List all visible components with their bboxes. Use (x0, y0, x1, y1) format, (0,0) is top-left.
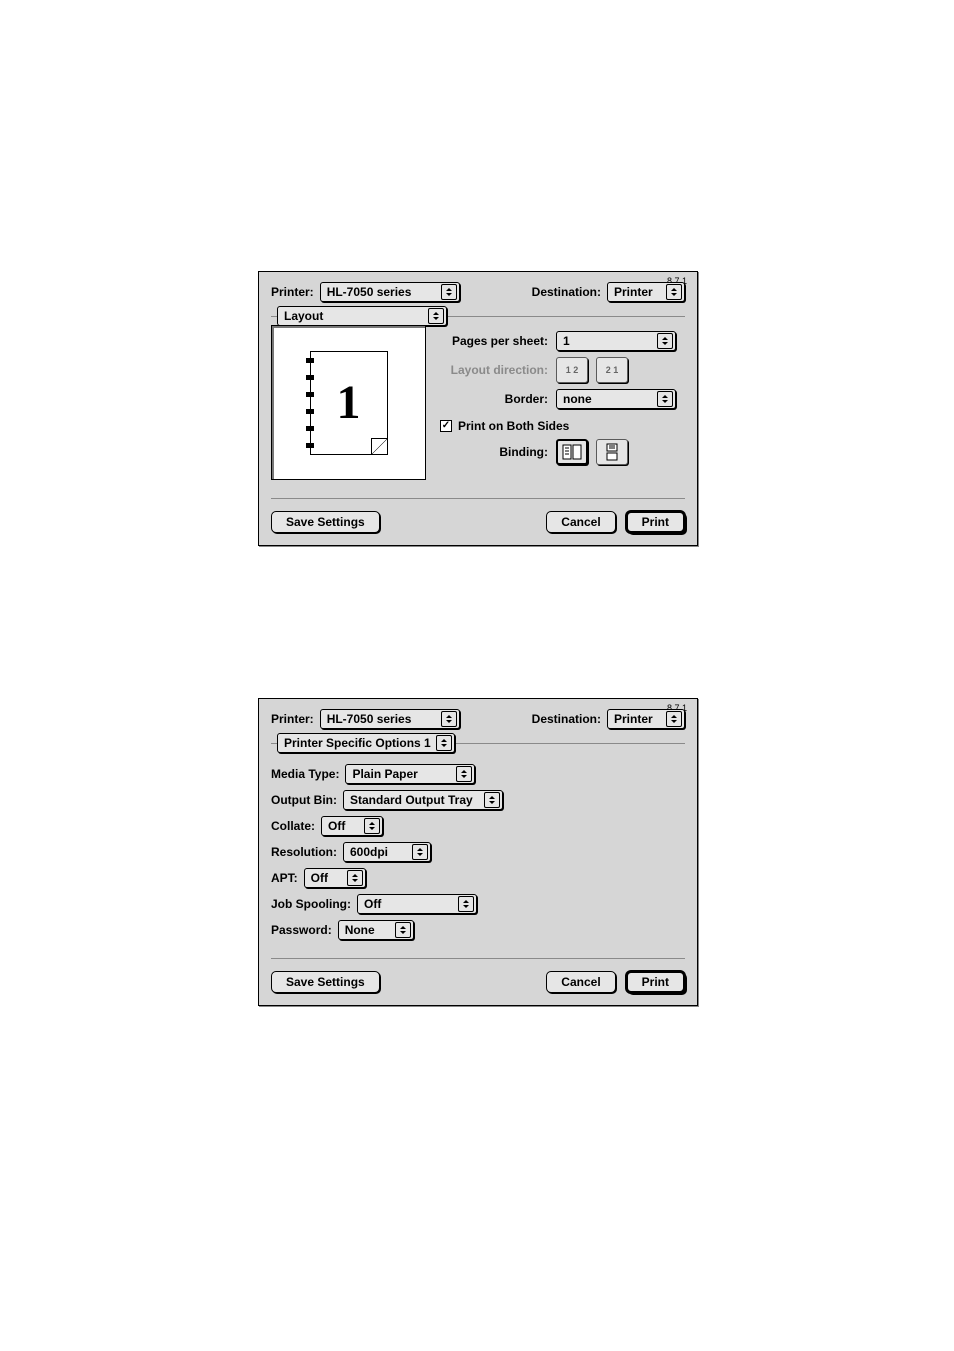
print-button[interactable]: Print (626, 971, 685, 993)
updown-icon (484, 792, 500, 808)
updown-icon (436, 735, 452, 751)
panel-select-layout[interactable]: Layout (277, 306, 447, 326)
password-label: Password: (271, 923, 332, 937)
updown-icon (666, 711, 682, 727)
updown-icon (347, 870, 363, 886)
border-label: Border: (440, 392, 548, 406)
updown-icon (395, 922, 411, 938)
updown-icon (364, 818, 380, 834)
pages-per-sheet-select[interactable]: 1 (556, 331, 676, 351)
updown-icon (412, 844, 428, 860)
printer-select[interactable]: HL-7050 series (320, 709, 460, 729)
password-select[interactable]: None (338, 920, 414, 940)
cancel-button[interactable]: Cancel (546, 971, 615, 993)
apt-label: APT: (271, 871, 298, 885)
pages-per-sheet-label: Pages per sheet: (440, 334, 548, 348)
print-dialog-layout: 8.7.1 Printer: HL-7050 series Destinatio… (258, 271, 698, 546)
updown-icon (441, 284, 457, 300)
binding-short-edge-button[interactable] (596, 439, 628, 465)
print-button[interactable]: Print (626, 511, 685, 533)
save-settings-button[interactable]: Save Settings (271, 511, 380, 533)
media-type-select[interactable]: Plain Paper (345, 764, 475, 784)
printer-label: Printer: (271, 285, 314, 299)
resolution-label: Resolution: (271, 845, 337, 859)
save-settings-button[interactable]: Save Settings (271, 971, 380, 993)
updown-icon (657, 333, 673, 349)
cancel-button[interactable]: Cancel (546, 511, 615, 533)
page-fold-icon (371, 438, 387, 454)
output-bin-label: Output Bin: (271, 793, 337, 807)
panel-select-printer-options[interactable]: Printer Specific Options 1 (277, 733, 455, 753)
layout-direction-lr-button[interactable]: 1 2 (556, 357, 588, 383)
output-bin-select[interactable]: Standard Output Tray (343, 790, 503, 810)
updown-icon (458, 896, 474, 912)
job-spooling-label: Job Spooling: (271, 897, 351, 911)
printer-label: Printer: (271, 712, 314, 726)
binding-label: Binding: (440, 445, 548, 459)
updown-icon (428, 308, 444, 324)
layout-direction-rl-button[interactable]: 2 1 (596, 357, 628, 383)
job-spooling-select[interactable]: Off (357, 894, 477, 914)
destination-select[interactable]: Printer (607, 282, 685, 302)
binding-short-edge-icon (601, 443, 623, 461)
updown-icon (456, 766, 472, 782)
print-dialog-printer-options: 8.7.1 Printer: HL-7050 series Destinatio… (258, 698, 698, 1006)
collate-select[interactable]: Off (321, 816, 383, 836)
border-select[interactable]: none (556, 389, 676, 409)
binding-long-edge-icon (561, 443, 583, 461)
printer-select[interactable]: HL-7050 series (320, 282, 460, 302)
updown-icon (657, 391, 673, 407)
resolution-select[interactable]: 600dpi (343, 842, 431, 862)
layout-direction-label: Layout direction: (440, 363, 548, 377)
page-thumb: 1 (310, 351, 388, 455)
print-both-sides-checkbox[interactable] (440, 420, 452, 432)
collate-label: Collate: (271, 819, 315, 833)
binding-long-edge-button[interactable] (556, 439, 588, 465)
destination-label: Destination: (532, 712, 601, 726)
preview-page-number: 1 (337, 375, 361, 430)
page-preview: 1 (271, 325, 426, 480)
destination-select[interactable]: Printer (607, 709, 685, 729)
updown-icon (666, 284, 682, 300)
updown-icon (441, 711, 457, 727)
media-type-label: Media Type: (271, 767, 339, 781)
print-both-sides-label: Print on Both Sides (458, 419, 569, 433)
binding-holes-icon (306, 358, 314, 448)
destination-label: Destination: (532, 285, 601, 299)
apt-select[interactable]: Off (304, 868, 366, 888)
